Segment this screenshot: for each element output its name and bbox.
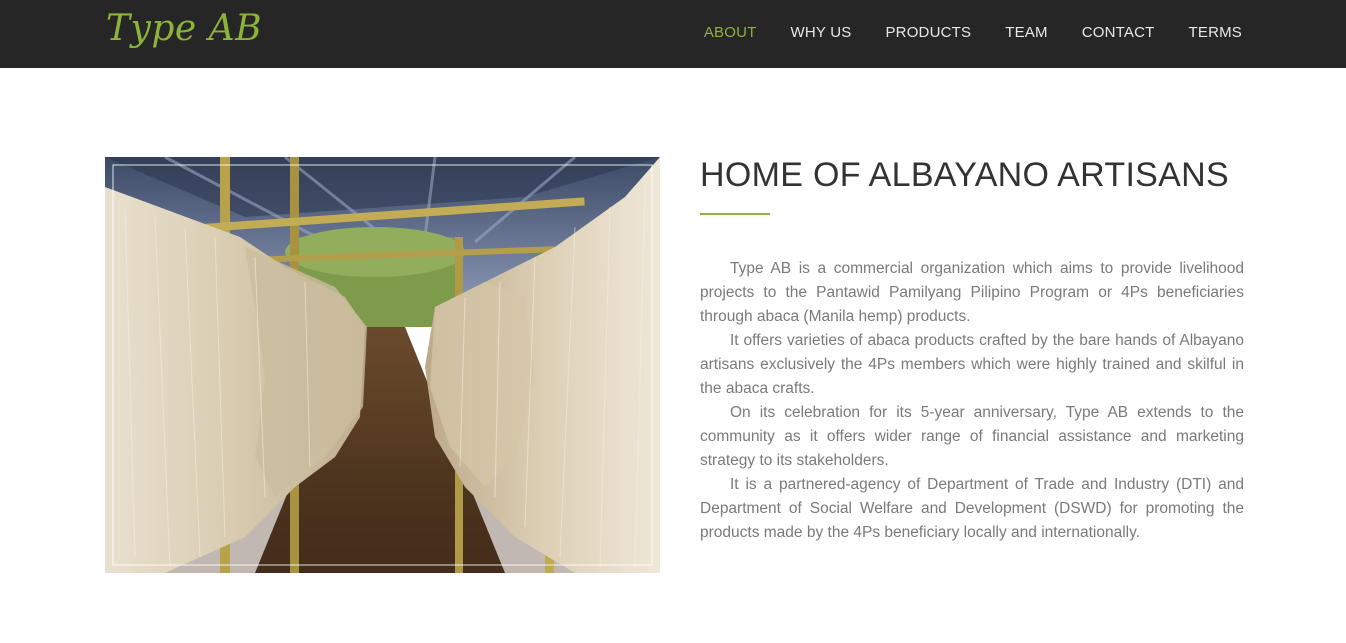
site-logo[interactable]: Type AB: [106, 8, 262, 49]
title-underline: [700, 213, 770, 215]
abaca-fiber-drying-photo: [105, 157, 660, 573]
main-nav: ABOUT WHY US PRODUCTS TEAM CONTACT TERMS: [670, 24, 1242, 41]
top-navbar: Type AB ABOUT WHY US PRODUCTS TEAM CONTA…: [0, 0, 1346, 68]
nav-link-team[interactable]: TEAM: [1005, 24, 1047, 41]
page-title: HOME OF ALBAYANO ARTISANS: [700, 156, 1229, 194]
about-paragraph: It offers varieties of abaca products cr…: [700, 332, 1244, 397]
about-paragraph: Type AB is a commercial organization whi…: [700, 260, 1244, 325]
about-paragraph: On its celebration for its 5-year annive…: [700, 404, 1244, 469]
nav-link-why-us[interactable]: WHY US: [791, 24, 852, 41]
nav-link-about[interactable]: ABOUT: [704, 24, 757, 41]
nav-link-contact[interactable]: CONTACT: [1082, 24, 1155, 41]
about-description: Type AB is a commercial organization whi…: [700, 257, 1244, 545]
nav-link-products[interactable]: PRODUCTS: [885, 24, 971, 41]
about-paragraph: It is a partnered-agency of Department o…: [700, 476, 1244, 541]
nav-link-terms[interactable]: TERMS: [1189, 24, 1243, 41]
